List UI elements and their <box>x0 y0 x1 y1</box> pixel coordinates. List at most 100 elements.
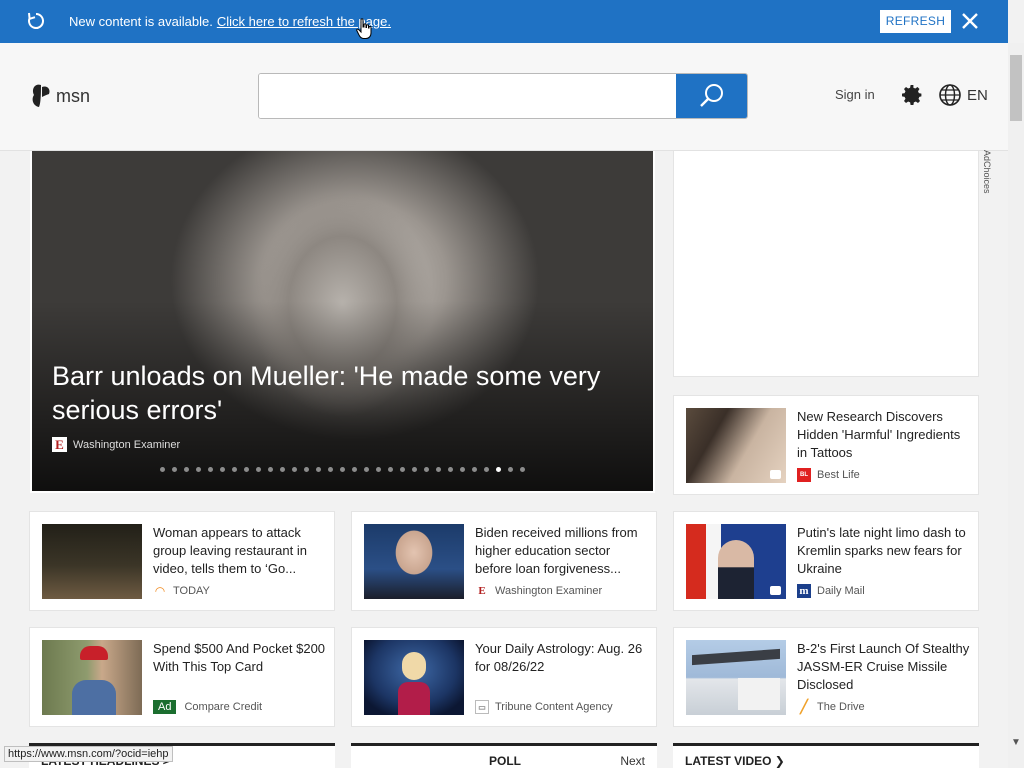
language-selector[interactable]: EN <box>967 87 988 104</box>
hero-headline[interactable]: Barr unloads on Mueller: 'He made some v… <box>52 359 642 427</box>
carousel-dot[interactable] <box>352 467 357 472</box>
carousel-dot[interactable] <box>520 467 525 472</box>
hero-story[interactable]: Barr unloads on Mueller: 'He made some v… <box>30 151 655 493</box>
carousel-dot[interactable] <box>400 467 405 472</box>
page-scrollbar[interactable]: ▼ <box>1008 43 1024 768</box>
scrollbar-thumb[interactable] <box>1010 55 1022 121</box>
carousel-dot[interactable] <box>184 467 189 472</box>
latest-video-link[interactable]: LATEST VIDEO ❯ <box>685 754 785 768</box>
carousel-dot[interactable] <box>424 467 429 472</box>
refresh-button[interactable]: REFRESH <box>880 10 951 33</box>
chevron-right-icon: ❯ <box>774 754 785 768</box>
story-source: ╱ The Drive <box>797 700 865 714</box>
story-source-name: Daily Mail <box>817 585 865 597</box>
carousel-dot[interactable] <box>472 467 477 472</box>
story-title[interactable]: New Research Discovers Hidden 'Harmful' … <box>797 408 971 462</box>
carousel-dot[interactable] <box>376 467 381 472</box>
story-source: ◠ TODAY <box>153 584 210 598</box>
carousel-dot[interactable] <box>244 467 249 472</box>
carousel-dot[interactable] <box>232 467 237 472</box>
carousel-dot[interactable] <box>304 467 309 472</box>
carousel-dot[interactable] <box>448 467 453 472</box>
poll-next-button[interactable]: Next <box>620 754 645 768</box>
carousel-dot[interactable] <box>316 467 321 472</box>
carousel-dot[interactable] <box>196 467 201 472</box>
tribune-icon: ▭ <box>475 700 489 714</box>
gear-icon[interactable] <box>900 83 924 107</box>
globe-icon[interactable] <box>938 83 962 107</box>
butterfly-icon <box>32 84 50 107</box>
story-card[interactable]: Putin's late night limo dash to Kremlin … <box>673 511 979 611</box>
carousel-dot[interactable] <box>208 467 213 472</box>
sign-in-link[interactable]: Sign in <box>835 87 875 102</box>
adchoices-label[interactable]: AdChoices <box>982 150 992 194</box>
carousel-dot[interactable] <box>268 467 273 472</box>
carousel-dot[interactable] <box>160 467 165 472</box>
carousel-dot[interactable] <box>508 467 513 472</box>
carousel-dot[interactable] <box>388 467 393 472</box>
notification-message: New content is available. Click here to r… <box>69 14 391 29</box>
carousel-dot[interactable] <box>496 467 501 472</box>
latest-video-label: LATEST VIDEO <box>685 754 772 768</box>
ad-badge: Ad <box>153 700 177 714</box>
refresh-icon[interactable] <box>26 11 46 31</box>
hand-cursor-icon <box>356 18 372 39</box>
hero-source-name: Washington Examiner <box>73 438 181 451</box>
ad-card[interactable]: Spend $500 And Pocket $200 With This Top… <box>29 627 335 727</box>
search-input[interactable] <box>259 74 677 118</box>
story-card[interactable]: Woman appears to attack group leaving re… <box>29 511 335 611</box>
hero-source: E Washington Examiner <box>52 437 180 452</box>
carousel-dot[interactable] <box>340 467 345 472</box>
story-title[interactable]: Woman appears to attack group leaving re… <box>153 524 327 578</box>
search-box <box>258 73 748 119</box>
logo-text: msn <box>56 85 91 106</box>
daily-mail-icon: m <box>797 584 811 598</box>
story-title[interactable]: B-2's First Launch Of Stealthy JASSM-ER … <box>797 640 971 694</box>
story-thumbnail <box>364 524 464 599</box>
poll-label: POLL <box>489 754 521 768</box>
carousel-dot[interactable] <box>328 467 333 472</box>
story-source: ▭ Tribune Content Agency <box>475 700 613 714</box>
story-card[interactable]: Your Daily Astrology: Aug. 26 for 08/26/… <box>351 627 657 727</box>
story-source: BL Best Life <box>797 468 860 482</box>
story-source-name: Compare Credit <box>184 701 263 713</box>
carousel-dot[interactable] <box>460 467 465 472</box>
carousel-dot[interactable] <box>220 467 225 472</box>
story-source-name: Tribune Content Agency <box>495 701 613 713</box>
camera-icon <box>770 586 781 595</box>
carousel-dot[interactable] <box>292 467 297 472</box>
carousel-dot[interactable] <box>256 467 261 472</box>
site-header: msn Sign in EN <box>0 43 1008 151</box>
the-drive-icon: ╱ <box>800 699 808 714</box>
story-thumbnail <box>686 640 786 715</box>
story-title[interactable]: Your Daily Astrology: Aug. 26 for 08/26/… <box>475 640 649 676</box>
story-source: E Washington Examiner <box>475 584 602 598</box>
carousel-dot[interactable] <box>484 467 489 472</box>
story-title[interactable]: Putin's late night limo dash to Kremlin … <box>797 524 971 578</box>
story-title[interactable]: Spend $500 And Pocket $200 With This Top… <box>153 640 327 676</box>
advertisement-box[interactable] <box>673 151 979 377</box>
carousel-dot[interactable] <box>280 467 285 472</box>
story-thumbnail <box>42 524 142 599</box>
search-button[interactable] <box>676 74 747 118</box>
story-source-name: Washington Examiner <box>495 585 603 597</box>
story-card[interactable]: Biden received millions from higher educ… <box>351 511 657 611</box>
msn-logo[interactable]: msn <box>30 83 90 109</box>
best-life-icon: BL <box>797 468 811 482</box>
scroll-down-icon[interactable]: ▼ <box>1011 737 1021 748</box>
story-source-name: TODAY <box>173 585 210 597</box>
carousel-dot[interactable] <box>412 467 417 472</box>
carousel-dot[interactable] <box>172 467 177 472</box>
status-bar-url: https://www.msn.com/?ocid=iehp <box>4 746 173 762</box>
carousel-dot[interactable] <box>364 467 369 472</box>
close-icon[interactable] <box>960 11 980 31</box>
carousel-dots <box>160 467 532 472</box>
carousel-dot[interactable] <box>436 467 441 472</box>
story-card[interactable]: New Research Discovers Hidden 'Harmful' … <box>673 395 979 495</box>
notification-text: New content is available. <box>69 14 213 29</box>
refresh-notification-bar: New content is available. Click here to r… <box>0 0 1008 43</box>
story-thumbnail <box>364 640 464 715</box>
story-title[interactable]: Biden received millions from higher educ… <box>475 524 649 578</box>
search-icon <box>699 84 723 107</box>
story-card[interactable]: B-2's First Launch Of Stealthy JASSM-ER … <box>673 627 979 727</box>
